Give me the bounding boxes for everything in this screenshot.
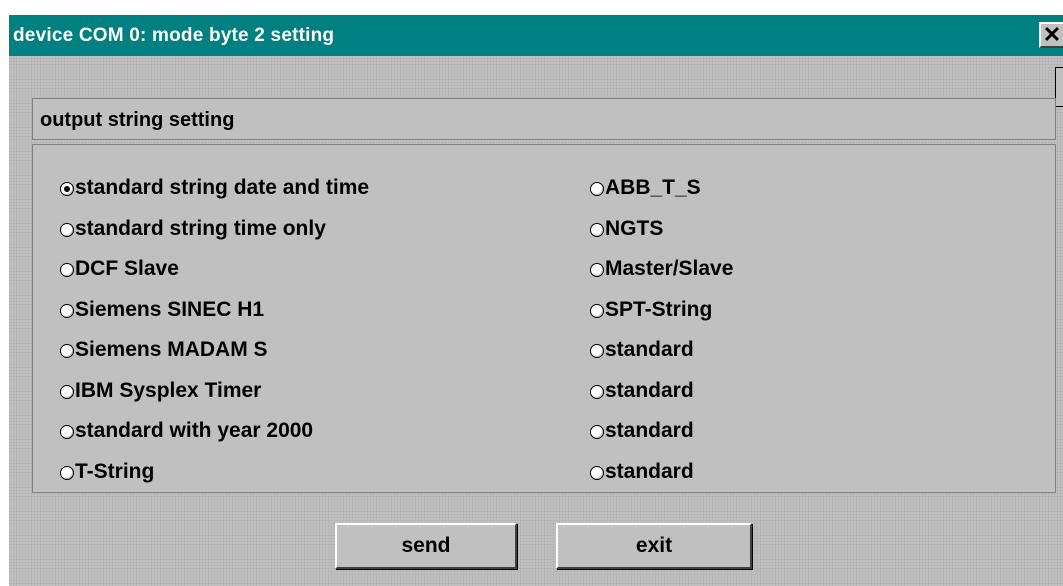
radio-button[interactable] <box>590 466 604 480</box>
radio-label: standard <box>605 379 694 402</box>
radio-button[interactable] <box>590 304 604 318</box>
radio-button[interactable] <box>590 263 604 277</box>
title-bar[interactable]: device COM 0: mode byte 2 setting ✕ <box>9 15 1063 56</box>
radio-label: IBM Sysplex Timer <box>75 379 262 402</box>
radio-label: standard <box>605 419 694 442</box>
close-icon: ✕ <box>1042 22 1062 47</box>
dialog-window: device COM 0: mode byte 2 setting ✕ outp… <box>9 15 1063 586</box>
radio-button[interactable] <box>590 182 604 196</box>
close-button[interactable]: ✕ <box>1039 22 1063 48</box>
radio-button[interactable] <box>60 425 74 439</box>
radio-button[interactable] <box>60 466 74 480</box>
radio-label: standard string date and time <box>75 176 370 199</box>
radio-label: DCF Slave <box>75 257 179 280</box>
radio-button[interactable] <box>60 385 74 399</box>
radio-label: standard <box>605 460 694 483</box>
radio-label: standard string time only <box>75 217 326 240</box>
radio-button[interactable] <box>590 385 604 399</box>
send-button[interactable]: send <box>335 523 517 569</box>
scrollbar-thumb[interactable] <box>1055 67 1063 107</box>
radio-label: SPT-String <box>605 298 713 321</box>
radio-button[interactable] <box>60 223 74 237</box>
radio-label: NGTS <box>605 217 664 240</box>
radio-label: Master/Slave <box>605 257 734 280</box>
output-string-options: standard string date and time standard s… <box>32 144 1056 493</box>
radio-button[interactable] <box>60 304 74 318</box>
group-title: output string setting <box>40 109 235 131</box>
radio-button[interactable] <box>60 344 74 358</box>
group-header: output string setting <box>32 98 1056 140</box>
radio-button[interactable] <box>590 223 604 237</box>
radio-button[interactable] <box>60 263 74 277</box>
radio-button[interactable] <box>60 182 74 196</box>
exit-button[interactable]: exit <box>556 523 752 569</box>
radio-label: Siemens MADAM S <box>75 338 268 361</box>
radio-button[interactable] <box>590 344 604 358</box>
radio-label: Siemens SINEC H1 <box>75 298 265 321</box>
radio-button[interactable] <box>590 425 604 439</box>
radio-label: standard with year 2000 <box>75 419 314 442</box>
radio-label: T-String <box>75 460 155 483</box>
radio-label: standard <box>605 338 694 361</box>
radio-label: ABB_T_S <box>605 176 701 199</box>
window-title: device COM 0: mode byte 2 setting <box>13 25 335 46</box>
